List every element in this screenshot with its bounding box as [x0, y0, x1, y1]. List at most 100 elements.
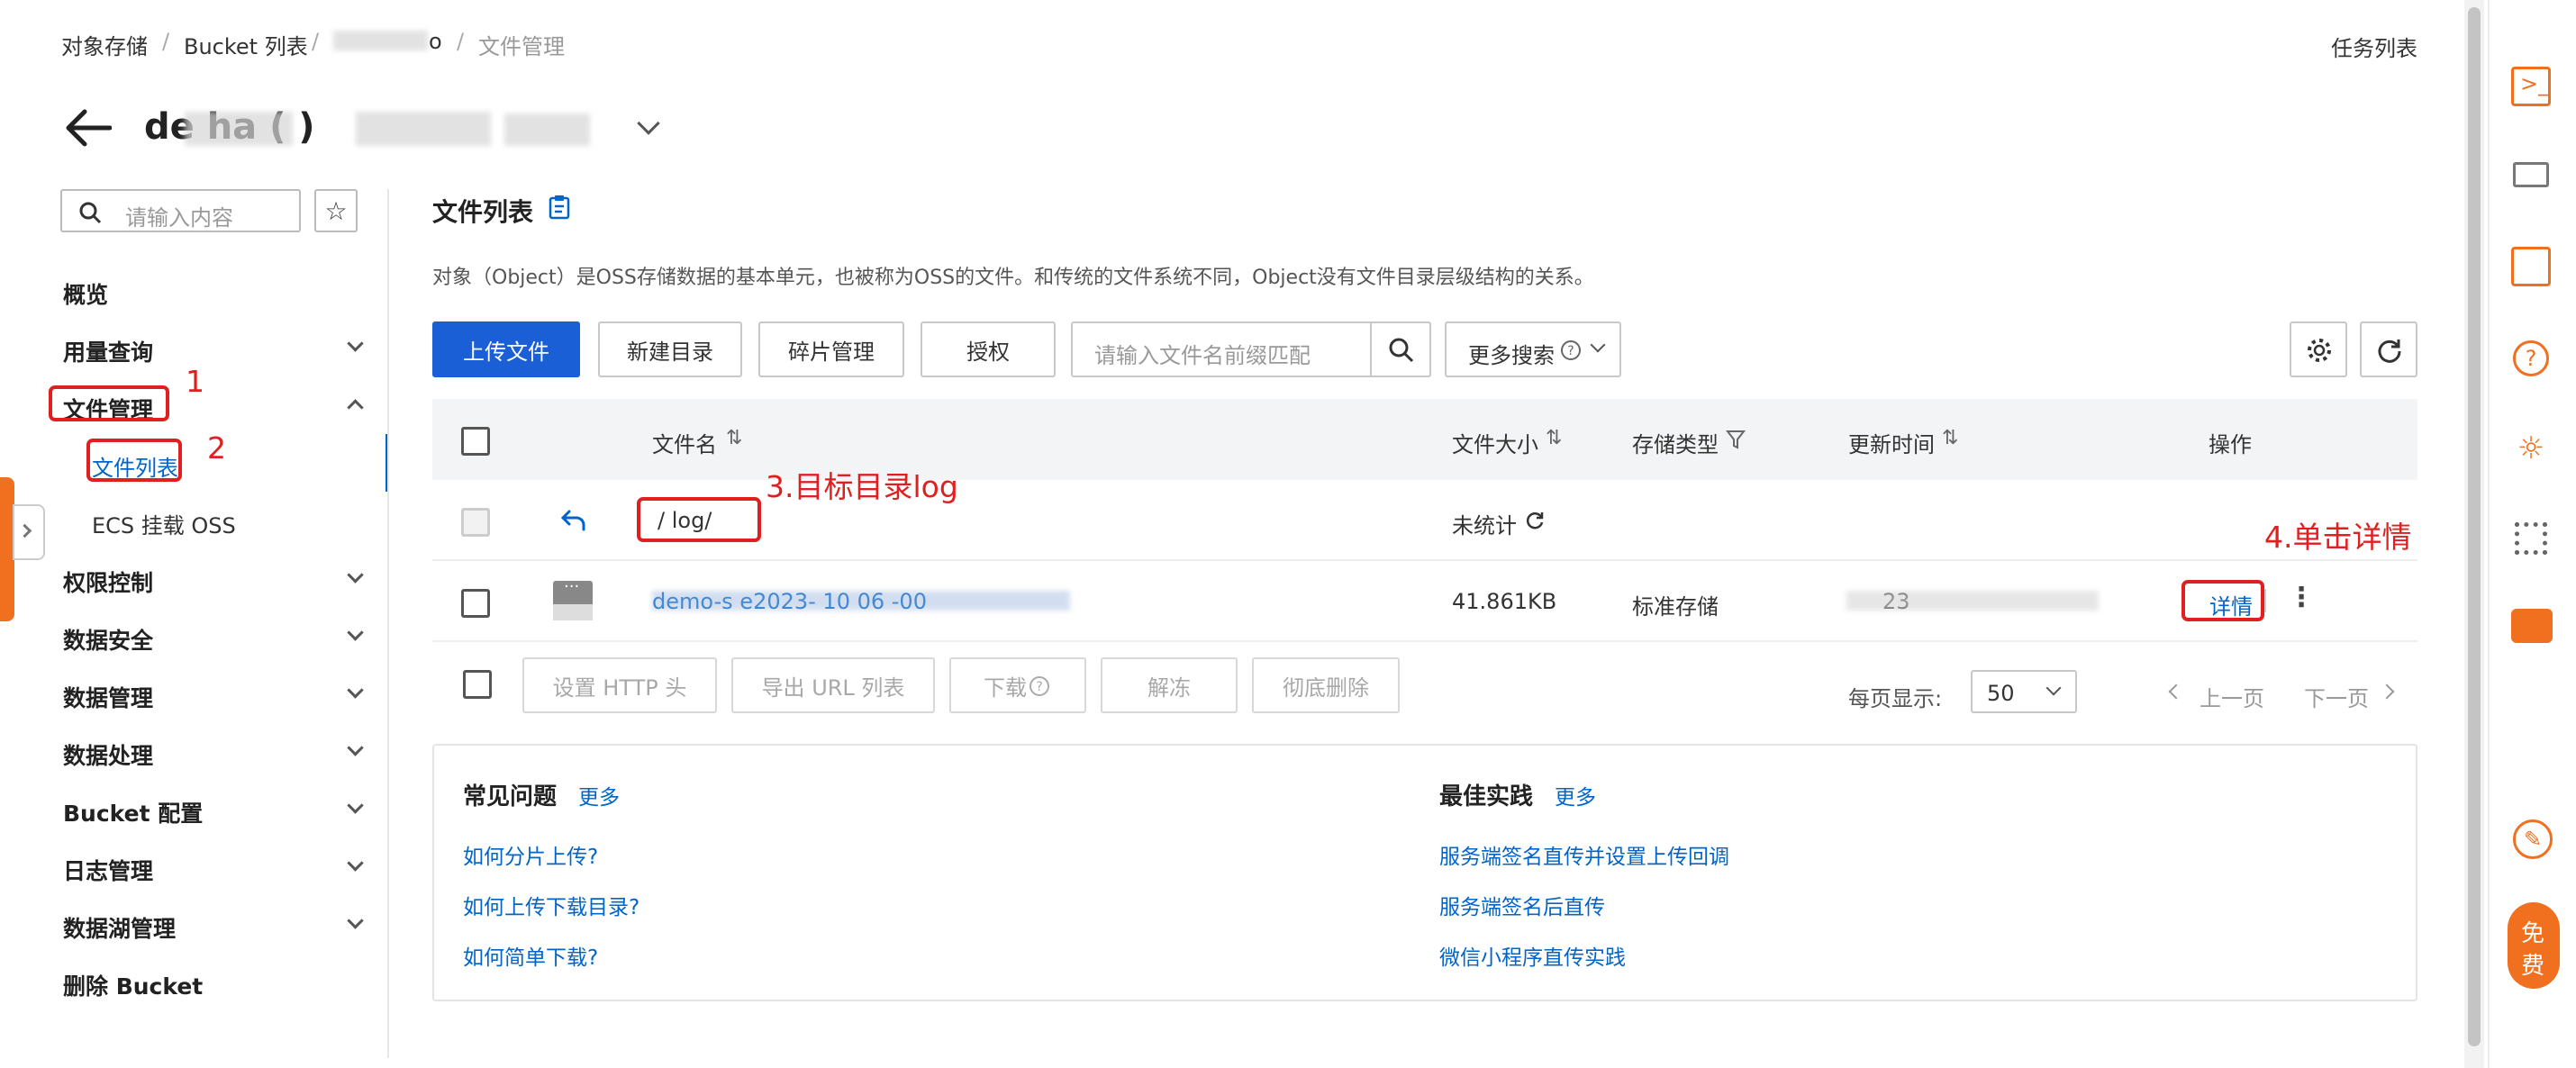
sidebar-item-data-lake[interactable]: 数据湖管理 — [63, 911, 176, 944]
sort-icon[interactable]: ⇅ — [1942, 427, 1958, 449]
set-http-header-button[interactable]: 设置 HTTP 头 — [522, 657, 717, 713]
bulk-select-checkbox[interactable] — [463, 670, 492, 699]
header-storage-type: 存储类型 — [1632, 432, 1719, 457]
blurred-updated-time — [1846, 591, 2099, 611]
chevron-down-icon — [347, 624, 364, 641]
edit-icon[interactable]: ✎ — [2513, 819, 2553, 859]
settings-button[interactable] — [2290, 321, 2347, 377]
upload-file-button[interactable]: 上传文件 — [432, 321, 580, 377]
authorize-button[interactable]: 授权 — [921, 321, 1056, 377]
sidebar-item-log-management[interactable]: 日志管理 — [63, 854, 153, 886]
sidebar-item-ecs-mount[interactable]: ECS 挂载 OSS — [92, 508, 236, 539]
blurred-title-part — [185, 112, 293, 146]
storage-type: 标准存储 — [1632, 594, 1719, 620]
sidebar-item-data-management[interactable]: 数据管理 — [63, 681, 153, 713]
scrollbar-track[interactable] — [2464, 0, 2484, 1068]
breadcrumb-item-object-storage[interactable]: 对象存储 — [61, 29, 148, 60]
best-practice-link[interactable]: 微信小程序直传实践 — [1439, 940, 1626, 971]
best-practice-title: 最佳实践 — [1439, 783, 1534, 810]
chevron-down-icon — [2045, 680, 2062, 696]
breadcrumb-sep: / — [162, 29, 170, 54]
back-arrow-icon[interactable] — [65, 108, 112, 148]
page-size-select[interactable]: 50 — [1971, 670, 2077, 713]
annotation-step-3: 3.目标目录log — [766, 469, 958, 504]
faq-link[interactable]: 如何分片上传? — [463, 839, 598, 870]
sort-icon[interactable]: ⇅ — [1546, 427, 1562, 449]
more-actions-icon[interactable]: ⋮ — [2288, 582, 2315, 613]
sort-icon[interactable]: ⇅ — [726, 427, 742, 449]
free-badge-char: 费 — [2521, 953, 2545, 980]
clipboard-icon[interactable] — [548, 195, 571, 220]
new-directory-button[interactable]: 新建目录 — [598, 321, 742, 377]
file-image-icon: ··· — [553, 577, 593, 620]
header-file-size: 文件大小 — [1452, 432, 1538, 457]
sidebar-item-delete-bucket[interactable]: 删除 Bucket — [63, 969, 203, 1001]
chat-icon[interactable] — [2511, 609, 2553, 643]
best-practice-link[interactable]: 服务端签名后直传 — [1439, 890, 1605, 920]
refresh-button[interactable] — [2360, 321, 2417, 377]
faq-more-link[interactable]: 更多 — [578, 780, 620, 810]
chevron-down-icon — [347, 855, 364, 872]
store-icon[interactable] — [2511, 247, 2551, 286]
sidebar-item-usage[interactable]: 用量查询 — [63, 335, 153, 367]
chevron-down-icon — [347, 566, 364, 584]
sidebar-item-overview[interactable]: 概览 — [63, 277, 108, 310]
sidebar-search-placeholder: 请输入内容 — [125, 205, 233, 231]
chevron-left-icon[interactable] — [2168, 683, 2184, 700]
annotation-box-file-list — [86, 439, 182, 482]
faq-title: 常见问题 — [463, 783, 558, 810]
scrollbar-thumb[interactable] — [2468, 7, 2481, 1046]
file-size: 41.861KB — [1452, 589, 1557, 614]
select-all-checkbox[interactable] — [461, 427, 490, 456]
sidebar-search-input[interactable]: 请输入内容 — [60, 189, 301, 232]
permanent-delete-button[interactable]: 彻底删除 — [1252, 657, 1400, 713]
file-search-input[interactable]: 请输入文件名前缀匹配 — [1071, 321, 1431, 377]
next-page-button[interactable]: 下一页 — [2304, 681, 2369, 712]
chevron-right-icon[interactable] — [2379, 683, 2395, 700]
search-divider — [1370, 323, 1372, 376]
action-divider — [2264, 589, 2266, 612]
help-icon[interactable]: ? — [2513, 340, 2549, 376]
breadcrumb-item-bucket-list[interactable]: Bucket 列表 — [184, 29, 308, 60]
annotation-box-file-management — [49, 385, 169, 421]
return-arrow-icon[interactable] — [560, 508, 587, 533]
task-list-link[interactable]: 任务列表 — [2331, 31, 2417, 62]
faq-link[interactable]: 如何简单下载? — [463, 940, 598, 971]
remote-desktop-icon[interactable] — [2513, 162, 2549, 187]
filter-icon[interactable] — [1726, 429, 1746, 450]
breadcrumb-item-file-mgmt: 文件管理 — [478, 34, 565, 59]
unfreeze-button[interactable]: 解冻 — [1101, 657, 1238, 713]
expand-panel-button[interactable] — [13, 504, 45, 560]
export-url-list-button[interactable]: 导出 URL 列表 — [731, 657, 935, 713]
chevron-down-icon — [347, 335, 364, 352]
more-search-dropdown[interactable]: 更多搜索 ? — [1445, 321, 1621, 377]
best-practice-more-link[interactable]: 更多 — [1555, 780, 1596, 810]
best-practice-link[interactable]: 服务端签名直传并设置上传回调 — [1439, 839, 1729, 870]
terminal-icon[interactable]: >_ — [2511, 67, 2551, 106]
faq-link[interactable]: 如何上传下载目录? — [463, 890, 639, 920]
bucket-switch-chevron-icon[interactable] — [637, 112, 660, 135]
header-actions: 操作 — [2209, 432, 2252, 457]
sun-icon[interactable]: ☼ — [2513, 430, 2549, 466]
annotation-box-log-dir — [637, 497, 761, 542]
search-icon[interactable] — [1388, 337, 1415, 364]
download-button[interactable]: 下载 — [949, 657, 1086, 713]
chevron-right-icon — [17, 523, 32, 539]
fragment-management-button[interactable]: 碎片管理 — [758, 321, 904, 377]
row-checkbox[interactable] — [461, 589, 490, 618]
prev-page-button[interactable]: 上一页 — [2200, 681, 2264, 712]
breadcrumb-item-bucket[interactable]: o — [429, 29, 442, 54]
sidebar-item-access-control[interactable]: 权限控制 — [63, 566, 153, 598]
svg-text:?: ? — [1036, 680, 1042, 694]
chevron-down-icon — [347, 682, 364, 699]
sidebar-item-data-security[interactable]: 数据安全 — [63, 623, 153, 656]
refresh-icon — [2378, 339, 2401, 363]
sidebar-item-data-processing[interactable]: 数据处理 — [63, 738, 153, 771]
file-thumb-dots: ··· — [564, 577, 580, 596]
free-trial-badge[interactable]: 免 费 — [2508, 902, 2560, 989]
refresh-icon[interactable] — [1524, 510, 1546, 531]
qrcode-icon[interactable] — [2515, 522, 2547, 555]
sidebar-item-bucket-config[interactable]: Bucket 配置 — [63, 796, 203, 828]
favorite-star-icon[interactable]: ☆ — [314, 189, 358, 232]
search-icon — [79, 202, 102, 224]
